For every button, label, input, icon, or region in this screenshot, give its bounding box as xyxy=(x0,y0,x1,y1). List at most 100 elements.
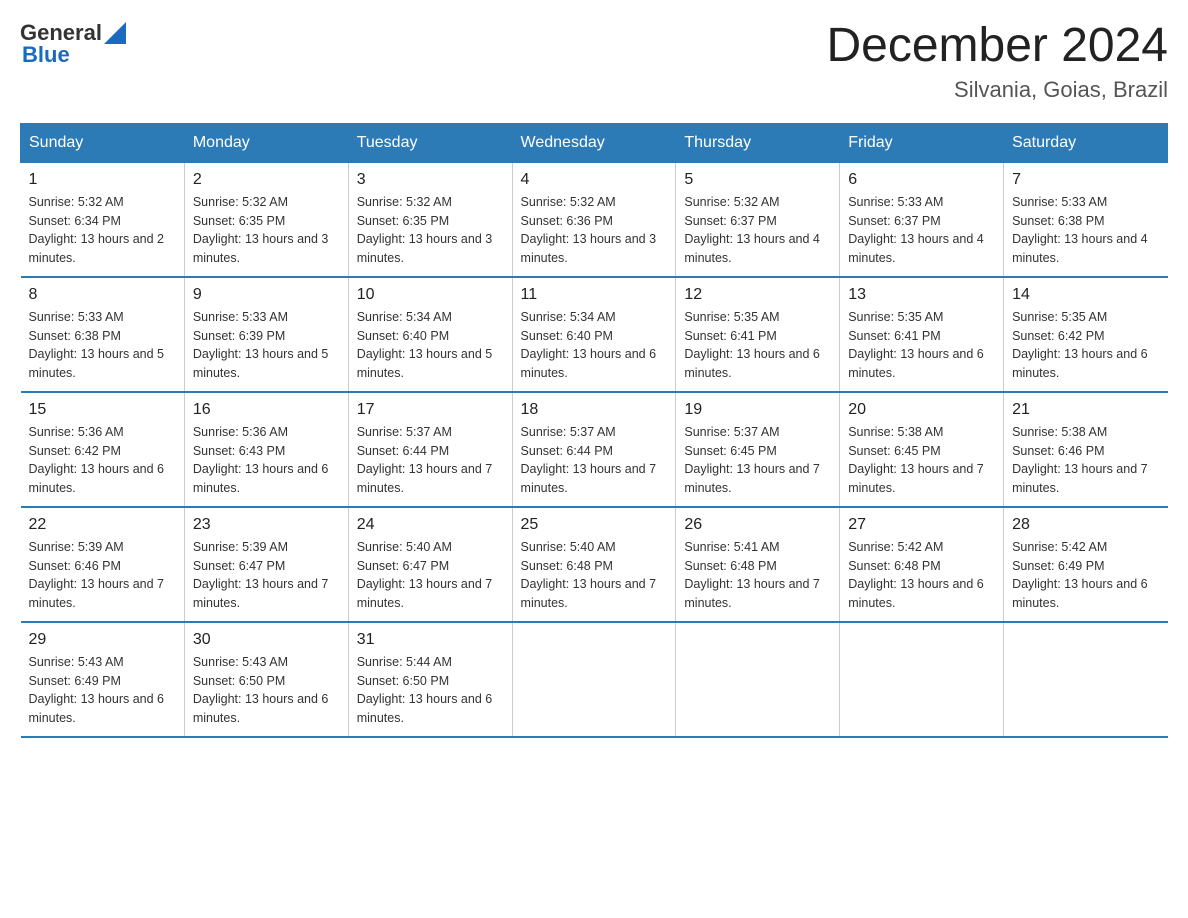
day-info: Sunrise: 5:33 AMSunset: 6:38 PMDaylight:… xyxy=(29,308,176,383)
day-number: 19 xyxy=(684,401,831,419)
day-cell: 28 Sunrise: 5:42 AMSunset: 6:49 PMDaylig… xyxy=(1004,507,1168,622)
day-number: 30 xyxy=(193,631,340,649)
day-info: Sunrise: 5:40 AMSunset: 6:48 PMDaylight:… xyxy=(521,538,668,613)
day-number: 9 xyxy=(193,286,340,304)
day-info: Sunrise: 5:35 AMSunset: 6:42 PMDaylight:… xyxy=(1012,308,1159,383)
day-number: 6 xyxy=(848,171,995,189)
day-cell: 8 Sunrise: 5:33 AMSunset: 6:38 PMDayligh… xyxy=(21,277,185,392)
week-row-1: 1 Sunrise: 5:32 AMSunset: 6:34 PMDayligh… xyxy=(21,162,1168,277)
logo: General Blue xyxy=(20,20,126,68)
day-info: Sunrise: 5:44 AMSunset: 6:50 PMDaylight:… xyxy=(357,653,504,728)
day-cell: 25 Sunrise: 5:40 AMSunset: 6:48 PMDaylig… xyxy=(512,507,676,622)
day-info: Sunrise: 5:39 AMSunset: 6:46 PMDaylight:… xyxy=(29,538,176,613)
day-info: Sunrise: 5:40 AMSunset: 6:47 PMDaylight:… xyxy=(357,538,504,613)
day-cell: 1 Sunrise: 5:32 AMSunset: 6:34 PMDayligh… xyxy=(21,162,185,277)
day-info: Sunrise: 5:35 AMSunset: 6:41 PMDaylight:… xyxy=(684,308,831,383)
day-cell: 9 Sunrise: 5:33 AMSunset: 6:39 PMDayligh… xyxy=(184,277,348,392)
day-cell: 5 Sunrise: 5:32 AMSunset: 6:37 PMDayligh… xyxy=(676,162,840,277)
day-info: Sunrise: 5:43 AMSunset: 6:49 PMDaylight:… xyxy=(29,653,176,728)
day-cell: 16 Sunrise: 5:36 AMSunset: 6:43 PMDaylig… xyxy=(184,392,348,507)
day-number: 11 xyxy=(521,286,668,304)
weekday-header-saturday: Saturday xyxy=(1004,123,1168,162)
day-number: 2 xyxy=(193,171,340,189)
day-info: Sunrise: 5:42 AMSunset: 6:49 PMDaylight:… xyxy=(1012,538,1159,613)
day-info: Sunrise: 5:33 AMSunset: 6:38 PMDaylight:… xyxy=(1012,193,1159,268)
day-number: 8 xyxy=(29,286,176,304)
day-info: Sunrise: 5:35 AMSunset: 6:41 PMDaylight:… xyxy=(848,308,995,383)
day-info: Sunrise: 5:34 AMSunset: 6:40 PMDaylight:… xyxy=(357,308,504,383)
day-number: 28 xyxy=(1012,516,1159,534)
day-cell: 20 Sunrise: 5:38 AMSunset: 6:45 PMDaylig… xyxy=(840,392,1004,507)
day-cell xyxy=(1004,622,1168,737)
day-number: 18 xyxy=(521,401,668,419)
day-number: 10 xyxy=(357,286,504,304)
day-number: 22 xyxy=(29,516,176,534)
day-number: 24 xyxy=(357,516,504,534)
day-info: Sunrise: 5:32 AMSunset: 6:35 PMDaylight:… xyxy=(357,193,504,268)
day-info: Sunrise: 5:32 AMSunset: 6:34 PMDaylight:… xyxy=(29,193,176,268)
weekday-header-wednesday: Wednesday xyxy=(512,123,676,162)
day-cell: 11 Sunrise: 5:34 AMSunset: 6:40 PMDaylig… xyxy=(512,277,676,392)
day-info: Sunrise: 5:37 AMSunset: 6:44 PMDaylight:… xyxy=(521,423,668,498)
day-info: Sunrise: 5:33 AMSunset: 6:37 PMDaylight:… xyxy=(848,193,995,268)
day-info: Sunrise: 5:37 AMSunset: 6:45 PMDaylight:… xyxy=(684,423,831,498)
day-cell: 14 Sunrise: 5:35 AMSunset: 6:42 PMDaylig… xyxy=(1004,277,1168,392)
header: General Blue December 2024 Silvania, Goi… xyxy=(20,20,1168,103)
day-info: Sunrise: 5:32 AMSunset: 6:37 PMDaylight:… xyxy=(684,193,831,268)
day-number: 1 xyxy=(29,171,176,189)
day-cell: 26 Sunrise: 5:41 AMSunset: 6:48 PMDaylig… xyxy=(676,507,840,622)
day-info: Sunrise: 5:38 AMSunset: 6:46 PMDaylight:… xyxy=(1012,423,1159,498)
day-cell: 7 Sunrise: 5:33 AMSunset: 6:38 PMDayligh… xyxy=(1004,162,1168,277)
day-number: 14 xyxy=(1012,286,1159,304)
day-number: 31 xyxy=(357,631,504,649)
day-cell: 2 Sunrise: 5:32 AMSunset: 6:35 PMDayligh… xyxy=(184,162,348,277)
weekday-header-sunday: Sunday xyxy=(21,123,185,162)
logo-blue-text: Blue xyxy=(22,42,70,68)
day-cell: 15 Sunrise: 5:36 AMSunset: 6:42 PMDaylig… xyxy=(21,392,185,507)
calendar-table: SundayMondayTuesdayWednesdayThursdayFrid… xyxy=(20,123,1168,738)
day-cell: 22 Sunrise: 5:39 AMSunset: 6:46 PMDaylig… xyxy=(21,507,185,622)
day-number: 29 xyxy=(29,631,176,649)
day-info: Sunrise: 5:32 AMSunset: 6:36 PMDaylight:… xyxy=(521,193,668,268)
day-number: 3 xyxy=(357,171,504,189)
day-info: Sunrise: 5:41 AMSunset: 6:48 PMDaylight:… xyxy=(684,538,831,613)
weekday-header-friday: Friday xyxy=(840,123,1004,162)
day-info: Sunrise: 5:36 AMSunset: 6:42 PMDaylight:… xyxy=(29,423,176,498)
week-row-2: 8 Sunrise: 5:33 AMSunset: 6:38 PMDayligh… xyxy=(21,277,1168,392)
day-info: Sunrise: 5:42 AMSunset: 6:48 PMDaylight:… xyxy=(848,538,995,613)
day-info: Sunrise: 5:36 AMSunset: 6:43 PMDaylight:… xyxy=(193,423,340,498)
day-number: 4 xyxy=(521,171,668,189)
day-number: 13 xyxy=(848,286,995,304)
calendar-subtitle: Silvania, Goias, Brazil xyxy=(826,77,1168,103)
day-number: 12 xyxy=(684,286,831,304)
day-cell xyxy=(840,622,1004,737)
day-info: Sunrise: 5:33 AMSunset: 6:39 PMDaylight:… xyxy=(193,308,340,383)
weekday-header-tuesday: Tuesday xyxy=(348,123,512,162)
day-number: 17 xyxy=(357,401,504,419)
day-number: 25 xyxy=(521,516,668,534)
day-cell: 3 Sunrise: 5:32 AMSunset: 6:35 PMDayligh… xyxy=(348,162,512,277)
day-cell: 30 Sunrise: 5:43 AMSunset: 6:50 PMDaylig… xyxy=(184,622,348,737)
title-area: December 2024 Silvania, Goias, Brazil xyxy=(826,20,1168,103)
day-number: 16 xyxy=(193,401,340,419)
week-row-3: 15 Sunrise: 5:36 AMSunset: 6:42 PMDaylig… xyxy=(21,392,1168,507)
day-cell: 29 Sunrise: 5:43 AMSunset: 6:49 PMDaylig… xyxy=(21,622,185,737)
day-number: 15 xyxy=(29,401,176,419)
day-cell: 18 Sunrise: 5:37 AMSunset: 6:44 PMDaylig… xyxy=(512,392,676,507)
weekday-header-thursday: Thursday xyxy=(676,123,840,162)
day-cell: 17 Sunrise: 5:37 AMSunset: 6:44 PMDaylig… xyxy=(348,392,512,507)
day-cell: 10 Sunrise: 5:34 AMSunset: 6:40 PMDaylig… xyxy=(348,277,512,392)
day-number: 20 xyxy=(848,401,995,419)
weekday-header-row: SundayMondayTuesdayWednesdayThursdayFrid… xyxy=(21,123,1168,162)
day-info: Sunrise: 5:34 AMSunset: 6:40 PMDaylight:… xyxy=(521,308,668,383)
day-cell: 27 Sunrise: 5:42 AMSunset: 6:48 PMDaylig… xyxy=(840,507,1004,622)
day-cell: 24 Sunrise: 5:40 AMSunset: 6:47 PMDaylig… xyxy=(348,507,512,622)
day-info: Sunrise: 5:32 AMSunset: 6:35 PMDaylight:… xyxy=(193,193,340,268)
day-number: 7 xyxy=(1012,171,1159,189)
day-cell: 6 Sunrise: 5:33 AMSunset: 6:37 PMDayligh… xyxy=(840,162,1004,277)
week-row-4: 22 Sunrise: 5:39 AMSunset: 6:46 PMDaylig… xyxy=(21,507,1168,622)
day-number: 5 xyxy=(684,171,831,189)
day-number: 26 xyxy=(684,516,831,534)
day-info: Sunrise: 5:37 AMSunset: 6:44 PMDaylight:… xyxy=(357,423,504,498)
day-info: Sunrise: 5:43 AMSunset: 6:50 PMDaylight:… xyxy=(193,653,340,728)
